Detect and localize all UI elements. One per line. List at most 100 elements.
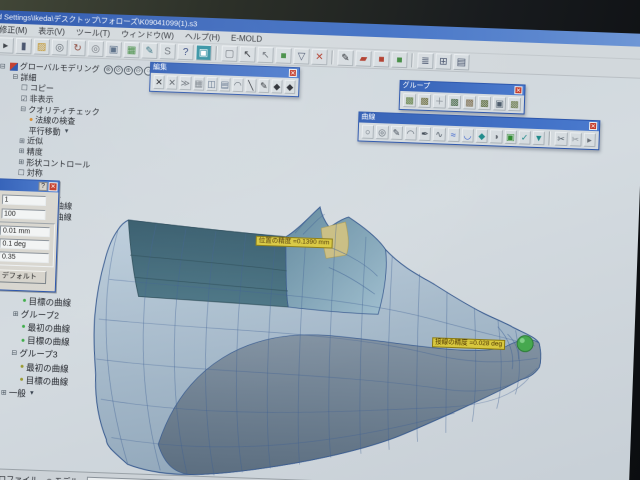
layers-icon[interactable]: ▤ [218, 77, 231, 92]
new-page-icon[interactable]: ▢ [221, 45, 238, 62]
sketch-icon[interactable]: ✎ [141, 42, 158, 60]
grid-style-icon[interactable]: ⊞ [435, 53, 452, 70]
paste-cells-icon[interactable]: ▦ [192, 76, 205, 91]
menu-ヘルプ(H)[interactable]: ヘルプ(H) [185, 31, 220, 43]
props-style-icon[interactable]: ▤ [453, 53, 470, 71]
toggle-slash-icon[interactable]: ⊘ [113, 65, 123, 75]
menu-修正(M)[interactable]: 修正(M) [0, 24, 27, 36]
menu-表示(V)[interactable]: 表示(V) [38, 25, 65, 37]
delete-x-alt-icon[interactable]: ✕ [166, 75, 178, 90]
pencil-curve-icon[interactable]: ✎ [390, 125, 403, 141]
pen-icon[interactable]: ✎ [337, 49, 354, 67]
toggle-cross-icon[interactable]: ⊗ [103, 65, 113, 75]
green-constraint-marker[interactable] [516, 335, 534, 353]
blue-wave-icon[interactable]: ≈ [446, 127, 460, 143]
group-scene-1-icon[interactable]: ▩ [402, 93, 417, 108]
dialog-distance-input[interactable]: 0.01 mm [0, 225, 51, 238]
checkbox-icon[interactable]: ☑ [21, 94, 28, 103]
tree-expander-icon[interactable]: ⊞ [13, 310, 19, 318]
forward-icon[interactable]: ≫ [179, 75, 192, 91]
run-icon[interactable]: ▸ [0, 37, 14, 54]
circle-icon[interactable]: ○ [361, 124, 375, 140]
tree-expander-icon[interactable]: ⊞ [19, 147, 25, 155]
tree-expander-icon[interactable]: ⊟ [11, 349, 17, 357]
dropdown-arrow-icon[interactable]: ▼ [29, 390, 35, 396]
zoom-icon[interactable]: ◎ [87, 40, 104, 58]
group-scene-6-icon[interactable]: ▩ [477, 95, 492, 111]
stroke-icon[interactable]: ╲ [244, 78, 257, 93]
surface-icon[interactable]: S [159, 43, 176, 60]
iso-view-icon[interactable]: ▣ [105, 41, 122, 58]
spline-icon[interactable]: ∿ [432, 127, 446, 142]
menu-ウィンドウ(W)[interactable]: ウィンドウ(W) [121, 28, 174, 41]
pen-icon[interactable]: ✎ [258, 78, 270, 94]
delete-x-icon[interactable]: ✕ [153, 74, 165, 90]
dialog-help-button[interactable]: ? [38, 181, 48, 192]
clipboard-icon[interactable]: ▮ [15, 37, 32, 55]
group-scene-4-icon[interactable]: ▩ [447, 94, 462, 110]
circle-center-icon[interactable]: ◎ [375, 125, 389, 140]
group-toolbar-close-icon[interactable]: ✕ [514, 86, 523, 95]
stamp-dark-icon[interactable]: ◆ [271, 79, 283, 94]
dialog-default-button[interactable]: デフォルト [0, 269, 47, 285]
dialog-close-button[interactable]: ✕ [48, 182, 58, 192]
dialog-field1-input[interactable]: 1 [1, 193, 46, 206]
orbit-view-icon[interactable]: ↻ [69, 39, 86, 57]
status-item-model[interactable]: ◉ モデル [46, 475, 78, 480]
teal-check-icon[interactable]: ✓ [518, 130, 531, 145]
box-red-icon[interactable]: ■ [373, 50, 390, 68]
fill-red-icon[interactable]: ▰ [355, 50, 372, 67]
toggle-plus-icon[interactable]: ⊕ [123, 65, 133, 76]
tree-expander-icon[interactable]: ⊞ [18, 158, 24, 166]
checkbox-icon[interactable]: ☐ [18, 168, 25, 177]
edit-toolbar-close-icon[interactable]: ✕ [288, 68, 298, 78]
tree-expander-icon[interactable]: ⊞ [19, 137, 25, 145]
help-icon[interactable]: ? [177, 43, 194, 61]
checkbox-icon[interactable]: ☐ [21, 83, 28, 92]
viewport-toggle-icon[interactable]: ▣ [195, 44, 212, 61]
select-alt-icon[interactable]: ↖ [257, 46, 274, 64]
open-folder-icon[interactable]: ▨ [33, 38, 50, 56]
blue-curve-icon[interactable]: ◡ [461, 128, 474, 143]
group-scene-5-icon[interactable]: ▩ [462, 95, 477, 110]
trim-scissors-icon[interactable]: ✂ [554, 131, 568, 147]
shaded-view-icon[interactable]: ▦ [123, 41, 140, 59]
teal-diamond-icon[interactable]: ◆ [475, 128, 489, 144]
solid-box-icon[interactable]: ■ [275, 47, 292, 64]
green-surface-icon[interactable]: ▣ [503, 129, 517, 145]
dialog-field2-input[interactable]: 100 [0, 207, 46, 220]
model-label: モデル [54, 476, 78, 480]
more-icon[interactable]: ▸ [583, 132, 596, 148]
cube-icon[interactable]: ◫ [205, 76, 218, 92]
group-scene-8-icon[interactable]: ▩ [507, 96, 522, 112]
teal-pocket-icon[interactable]: ▼ [532, 130, 546, 146]
curve-toolbar-close-icon[interactable]: ✕ [589, 121, 598, 131]
arch-icon[interactable]: ◠ [231, 77, 244, 93]
tree-expander-icon[interactable]: ⊟ [20, 105, 26, 113]
menu-E-MOLD[interactable]: E-MOLD [231, 33, 262, 43]
group-scene-7-icon[interactable]: ▣ [492, 96, 507, 111]
line-style-icon[interactable]: ≣ [417, 52, 434, 70]
group-scene-2-icon[interactable]: ▩ [417, 93, 432, 109]
wireframe-icon[interactable]: ▽ [293, 48, 310, 65]
toggle-minus-icon[interactable]: ⊖ [133, 66, 143, 76]
zoom-fit-icon[interactable]: ◎ [51, 39, 68, 56]
tree-root-expander-icon[interactable]: ⊟ [0, 62, 6, 70]
trim-scissors-alt-icon[interactable]: ✂ [568, 132, 582, 147]
blend-orb-icon[interactable]: ◑ [489, 129, 503, 144]
dialog-factor-input[interactable]: 0.35 [0, 251, 50, 264]
select-icon[interactable]: ↖ [239, 46, 256, 63]
status-item-profile[interactable]: ◇ プロファイル [0, 473, 38, 480]
stamp-dark-2-icon[interactable]: ◆ [284, 79, 296, 95]
group-scene-3-icon[interactable]: ＋ [432, 94, 447, 109]
pen-nib-icon[interactable]: ✒ [418, 126, 432, 142]
parameters-dialog[interactable]: ? ✕ 動 1 数 100 0.01 mm 0.1 deg 0.35 デフォルト [0, 177, 60, 293]
dialog-angle-input[interactable]: 0.1 deg [0, 238, 50, 251]
arc-icon[interactable]: ◠ [404, 126, 418, 141]
tree-expander-icon[interactable]: ⊟ [12, 73, 18, 81]
menu-ツール(T)[interactable]: ツール(T) [76, 27, 111, 39]
delete-icon[interactable]: ✕ [311, 48, 328, 66]
tree-expander-icon[interactable]: ⊞ [1, 388, 7, 396]
dropdown-arrow-icon[interactable]: ▼ [63, 129, 69, 135]
box-green-icon[interactable]: ■ [391, 51, 408, 69]
